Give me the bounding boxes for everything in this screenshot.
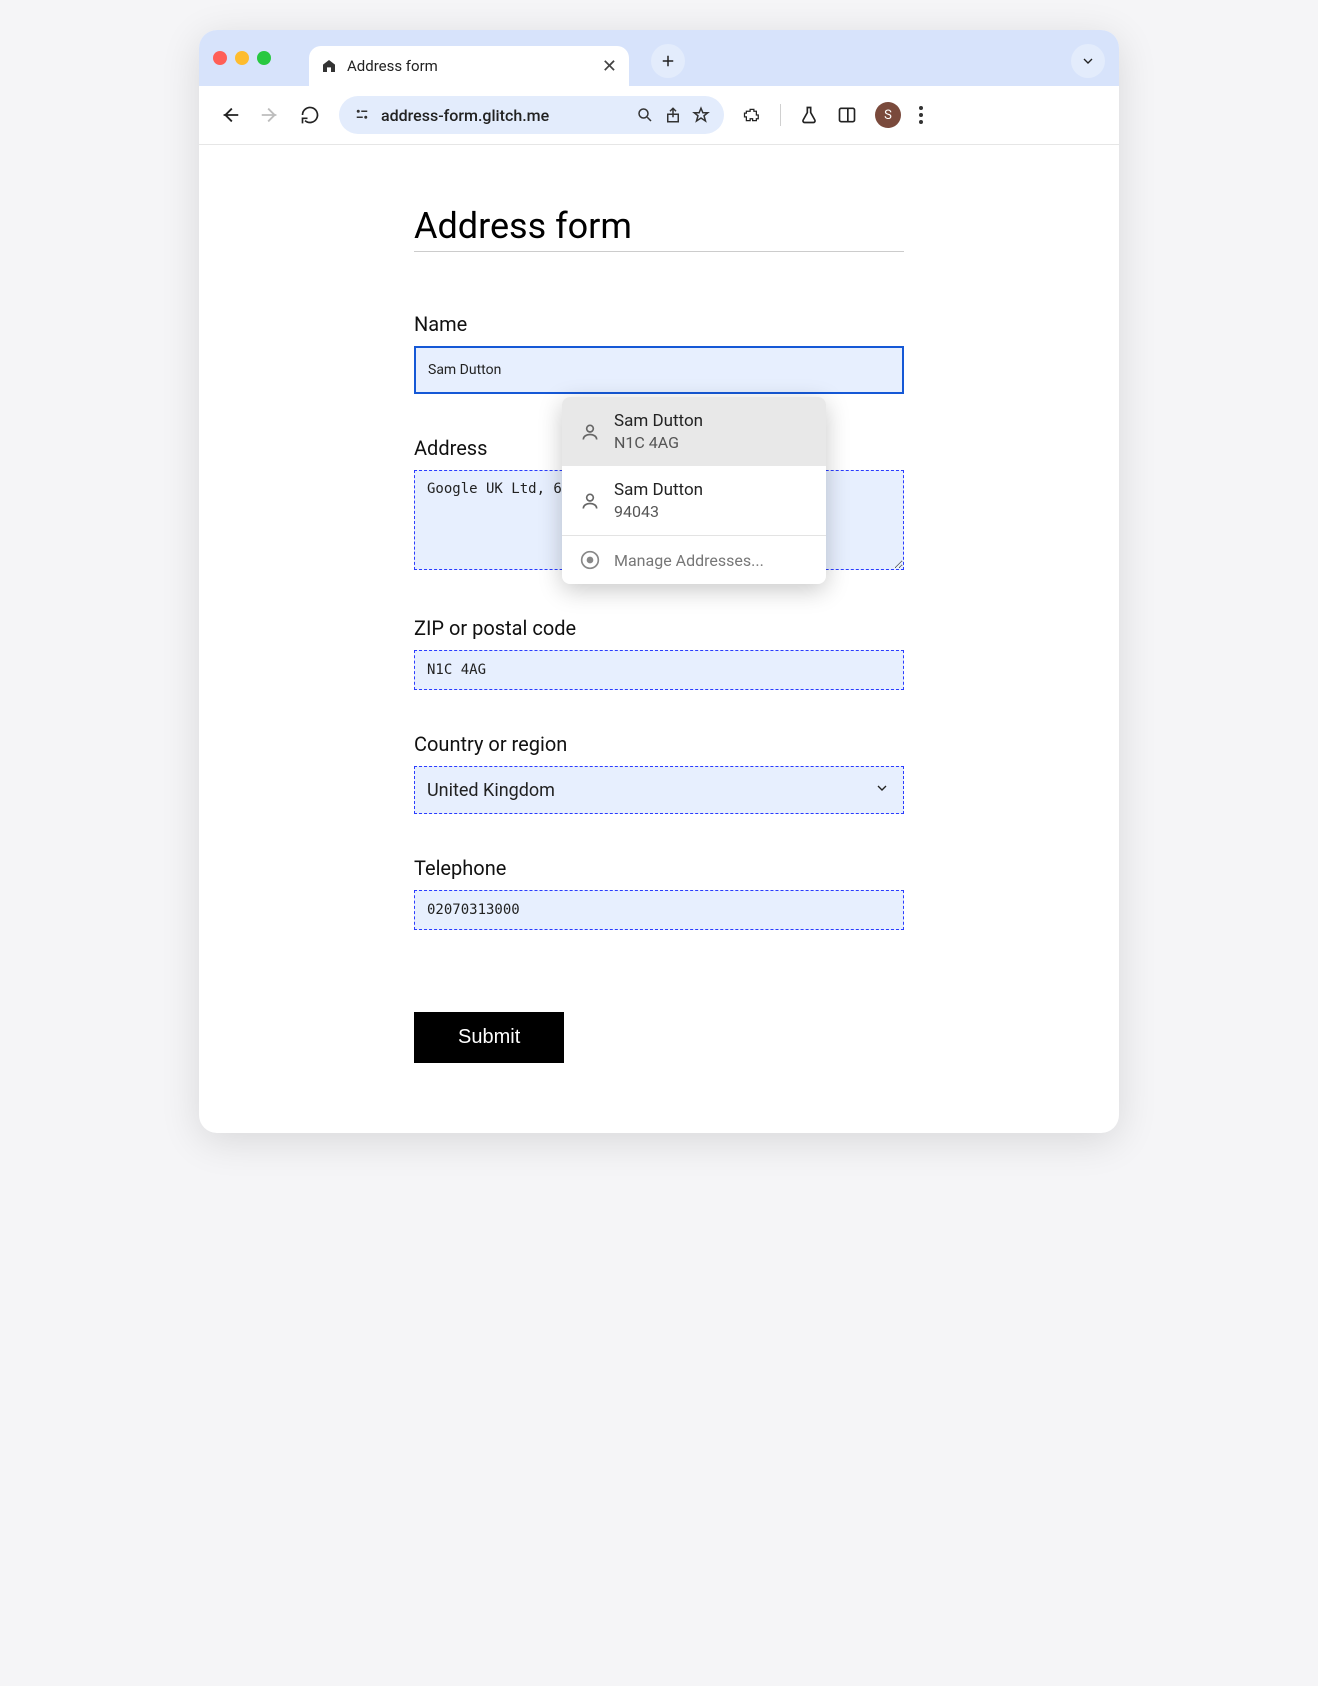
window-minimize-button[interactable] bbox=[235, 51, 249, 65]
tab-title: Address form bbox=[347, 57, 438, 75]
tab-favicon-icon bbox=[321, 58, 337, 74]
bookmark-star-icon[interactable] bbox=[692, 106, 710, 124]
person-icon bbox=[580, 422, 600, 442]
suggestion-sub: N1C 4AG bbox=[614, 433, 703, 452]
form-content: Address form Name Address Google UK Ltd,… bbox=[414, 205, 904, 1063]
suggestion-name: Sam Dutton bbox=[614, 480, 703, 500]
country-label: Country or region bbox=[414, 732, 904, 756]
manage-addresses-label: Manage Addresses... bbox=[614, 551, 764, 570]
extensions-icon[interactable] bbox=[742, 105, 762, 125]
telephone-input[interactable] bbox=[414, 890, 904, 930]
person-icon bbox=[580, 491, 600, 511]
new-tab-button[interactable] bbox=[651, 44, 685, 78]
share-icon[interactable] bbox=[664, 106, 682, 124]
autofill-popup: Sam Dutton N1C 4AG Sam Dutton 94043 bbox=[562, 397, 826, 584]
labs-icon[interactable] bbox=[799, 105, 819, 125]
country-field: Country or region United Kingdom bbox=[414, 732, 904, 814]
suggestion-name: Sam Dutton bbox=[614, 411, 703, 431]
tab-close-button[interactable]: ✕ bbox=[602, 56, 617, 77]
postal-input[interactable] bbox=[414, 650, 904, 690]
site-info-icon[interactable] bbox=[353, 106, 371, 124]
browser-tab[interactable]: Address form ✕ bbox=[309, 46, 629, 86]
page-viewport: Address form Name Address Google UK Ltd,… bbox=[199, 144, 1119, 1133]
window-close-button[interactable] bbox=[213, 51, 227, 65]
profile-avatar[interactable]: S bbox=[875, 102, 901, 128]
country-select[interactable]: United Kingdom bbox=[414, 766, 904, 814]
browser-window: Address form ✕ address-form.glitch.me bbox=[199, 30, 1119, 1133]
forward-button[interactable] bbox=[259, 104, 281, 126]
avatar-letter: S bbox=[884, 108, 892, 123]
tab-overflow-button[interactable] bbox=[1071, 44, 1105, 78]
suggestion-sub: 94043 bbox=[614, 502, 703, 521]
page-heading: Address form bbox=[414, 205, 904, 252]
zoom-icon[interactable] bbox=[636, 106, 654, 124]
postal-label: ZIP or postal code bbox=[414, 616, 904, 640]
address-bar[interactable]: address-form.glitch.me bbox=[339, 96, 724, 134]
toolbar-separator bbox=[780, 104, 781, 126]
telephone-field: Telephone bbox=[414, 856, 904, 930]
manage-addresses-link[interactable]: Manage Addresses... bbox=[562, 536, 826, 584]
browser-toolbar: address-form.glitch.me S bbox=[199, 86, 1119, 144]
url-text: address-form.glitch.me bbox=[381, 106, 549, 125]
window-controls bbox=[213, 51, 271, 65]
window-titlebar: Address form ✕ bbox=[199, 30, 1119, 86]
name-input[interactable] bbox=[414, 346, 904, 394]
browser-menu-button[interactable] bbox=[919, 106, 923, 124]
autofill-suggestion[interactable]: Sam Dutton 94043 bbox=[562, 466, 826, 535]
telephone-label: Telephone bbox=[414, 856, 904, 880]
name-field: Name bbox=[414, 312, 904, 394]
chrome-icon bbox=[580, 550, 600, 570]
window-zoom-button[interactable] bbox=[257, 51, 271, 65]
autofill-suggestion[interactable]: Sam Dutton N1C 4AG bbox=[562, 397, 826, 466]
back-button[interactable] bbox=[219, 104, 241, 126]
name-label: Name bbox=[414, 312, 904, 336]
submit-button[interactable]: Submit bbox=[414, 1012, 564, 1063]
postal-field: ZIP or postal code bbox=[414, 616, 904, 690]
reload-button[interactable] bbox=[299, 104, 321, 126]
side-panel-icon[interactable] bbox=[837, 105, 857, 125]
